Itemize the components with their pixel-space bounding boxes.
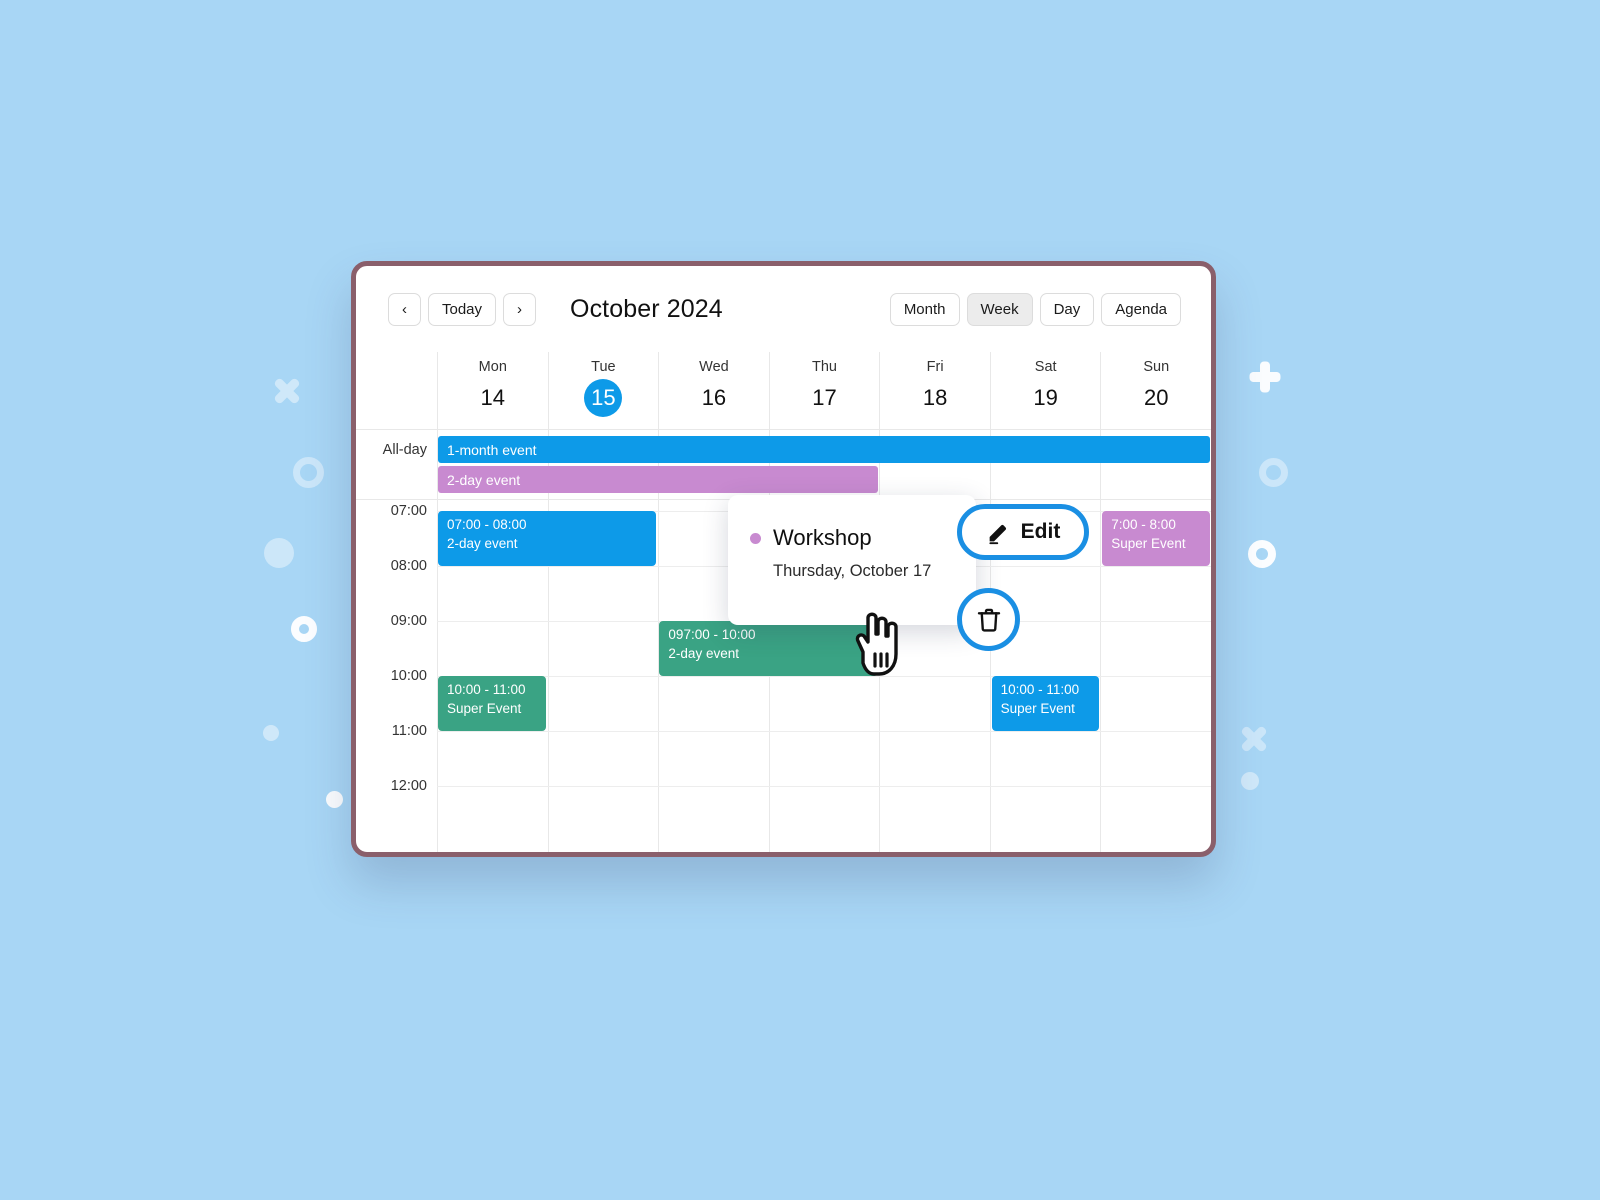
day-name-label: Sun (1143, 359, 1170, 375)
edit-button[interactable]: Edit (957, 504, 1089, 560)
calendar-event[interactable]: 7:00 - 8:00 Super Event (1102, 511, 1210, 566)
pencil-icon (986, 520, 1011, 545)
decorative-ring-icon (1259, 458, 1288, 487)
day-header-wed[interactable]: Wed 16 (658, 352, 769, 429)
popover-event-title: Workshop (773, 525, 872, 550)
day-name-label: Tue (591, 359, 616, 375)
all-day-event-label: 2-day event (447, 471, 521, 488)
day-header-mon[interactable]: Mon 14 (437, 352, 548, 429)
day-name-label: Sat (1034, 359, 1057, 375)
view-mode-group: Month Week Day Agenda (889, 292, 1181, 326)
popover-title-row: Workshop (750, 525, 958, 551)
today-button[interactable]: Today (428, 292, 497, 326)
event-time: 07:00 - 08:00 (447, 517, 527, 532)
day-number[interactable]: 20 (1137, 379, 1175, 417)
decorative-dot-icon (326, 791, 343, 808)
day-header-sat[interactable]: Sat 19 (989, 352, 1101, 429)
event-title: Super Event (1111, 536, 1186, 551)
view-mode-day-button[interactable]: Day (1039, 292, 1095, 326)
all-day-event[interactable]: 2-day event (438, 466, 878, 493)
day-header-fri[interactable]: Fri 18 (879, 352, 990, 429)
day-number-today[interactable]: 15 (584, 379, 623, 417)
view-mode-agenda-button[interactable]: Agenda (1101, 292, 1181, 326)
next-period-button[interactable]: › (503, 292, 537, 326)
event-time: 10:00 - 11:00 (447, 682, 526, 697)
calendar-event[interactable]: 07:00 - 08:00 2-day event (438, 511, 657, 566)
day-number[interactable]: 19 (1027, 379, 1065, 417)
delete-button[interactable] (957, 588, 1020, 651)
decorative-x-icon: #dx1{} (271, 375, 303, 407)
decorative-plus-icon (1248, 360, 1281, 393)
event-title: 2-day event (447, 536, 518, 551)
day-header-row: Mon 14 Tue 15 Wed 16 Thu 17 Fri 18 Sat 19 Sun 20 (356, 352, 1211, 430)
day-name-label: Fri (926, 359, 944, 375)
day-number[interactable]: 16 (695, 379, 733, 417)
time-label: 10:00 (390, 668, 427, 684)
event-title: 2-day event (668, 646, 739, 661)
view-mode-week-button[interactable]: Week (966, 292, 1033, 326)
day-name-label: Wed (699, 359, 729, 375)
decorative-dot-icon (263, 725, 279, 741)
event-details-popover: Workshop Thursday, October 17 (728, 495, 976, 625)
time-label: 12:00 (390, 778, 427, 794)
event-time: 10:00 - 11:00 (1000, 682, 1080, 697)
decorative-x-icon (1238, 723, 1270, 755)
all-day-event[interactable]: 1-month event (438, 436, 1210, 463)
decorative-dot-icon (1241, 772, 1259, 790)
day-number[interactable]: 18 (916, 379, 954, 417)
view-mode-month-button[interactable]: Month (889, 292, 960, 326)
all-day-label: All-day (382, 442, 427, 458)
time-label: 11:00 (391, 723, 427, 739)
popover-event-date: Thursday, October 17 (773, 562, 932, 580)
time-label: 08:00 (390, 558, 427, 574)
day-header-thu[interactable]: Thu 17 (768, 352, 880, 429)
time-label: 07:00 (390, 503, 427, 519)
event-time: 097:00 - 10:00 (668, 627, 756, 642)
day-number[interactable]: 14 (474, 379, 512, 417)
all-day-row: All-day 1-month event 2-day event (356, 430, 1211, 500)
calendar-event[interactable]: 097:00 - 10:00 2-day event (659, 621, 878, 676)
trash-icon (974, 605, 1004, 635)
all-day-event-label: 1-month event (447, 441, 537, 458)
hour-gridline (437, 731, 1211, 732)
calendar-toolbar: ‹ Today › October 2024 Month Week Day Agend… (356, 266, 1211, 352)
event-title: Super Event (1000, 701, 1075, 716)
time-label: 09:00 (390, 613, 427, 629)
calendar-event[interactable]: 10:00 - 11:00 Super Event (991, 676, 1100, 731)
prev-period-button[interactable]: ‹ (388, 292, 421, 326)
day-header-sun[interactable]: Sun 20 (1100, 352, 1211, 429)
day-header-tue[interactable]: Tue 15 (547, 352, 659, 429)
day-name-label: Thu (812, 359, 838, 375)
decorative-dot-icon (264, 538, 294, 568)
hour-gridline (437, 786, 1211, 787)
day-name-label: Mon (478, 359, 507, 375)
event-color-dot-icon (750, 532, 761, 544)
time-axis: 07:00 08:00 09:00 10:00 11:00 12:00 (356, 500, 437, 852)
page-title: October 2024 (570, 294, 723, 323)
event-title: Super Event (447, 701, 522, 716)
day-number[interactable]: 17 (806, 379, 844, 417)
edit-button-label: Edit (1020, 520, 1061, 543)
navigation-group: ‹ Today › (388, 292, 537, 326)
decorative-ring-icon (293, 457, 324, 488)
event-time: 7:00 - 8:00 (1111, 517, 1176, 532)
calendar-event[interactable]: 10:00 - 11:00 Super Event (438, 676, 546, 731)
day-header-gutter (356, 352, 437, 429)
decorative-ring-icon (291, 616, 317, 642)
decorative-ring-icon (1248, 540, 1276, 568)
